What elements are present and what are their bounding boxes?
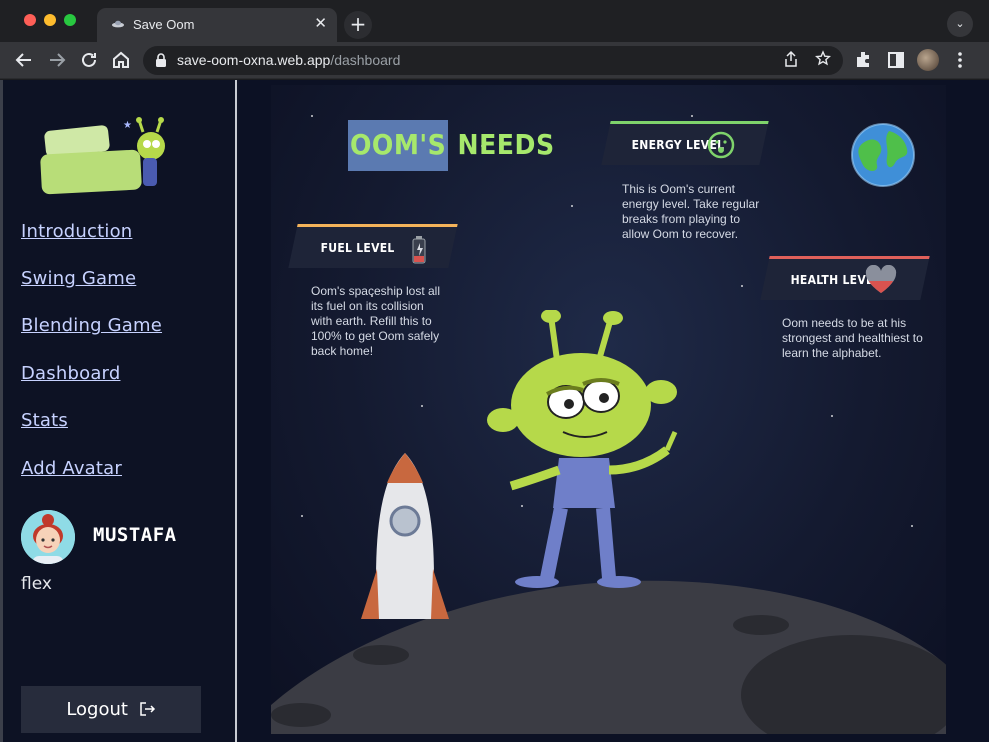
star-icon[interactable]	[815, 50, 831, 68]
browser-toolbar: save-oom-oxna.web.app/dashboard	[0, 42, 989, 79]
url-text[interactable]: save-oom-oxna.web.app/dashboard	[177, 52, 400, 68]
star	[831, 415, 833, 417]
browser-tab[interactable]: Save Oom ✕	[97, 8, 337, 42]
nav-link-introduction[interactable]: Introduction	[21, 221, 132, 242]
user-avatar-icon	[21, 510, 75, 564]
nav-link-swing-game[interactable]: Swing Game	[21, 268, 136, 289]
save-oom-logo[interactable]: ★	[39, 116, 179, 198]
logout-icon	[139, 702, 155, 716]
star	[741, 285, 743, 287]
ufo-favicon-icon	[112, 20, 124, 28]
home-icon[interactable]	[109, 48, 133, 72]
profile-avatar-icon[interactable]	[917, 49, 939, 71]
user-subtitle: flex	[21, 574, 52, 594]
energy-level-description: This is Oom's current energy level. Take…	[622, 182, 760, 241]
close-window-button[interactable]	[24, 14, 36, 26]
nav-link-dashboard[interactable]: Dashboard	[21, 363, 120, 384]
menu-icon[interactable]	[948, 48, 972, 72]
sidebar: ★ Introduction Swing Game Blending Game …	[0, 80, 237, 742]
avatar	[21, 510, 75, 564]
forward-icon[interactable]	[45, 48, 69, 72]
logout-button[interactable]: Logout	[21, 686, 201, 733]
star	[311, 115, 313, 117]
fuel-level-label: FUEL LEVEL	[320, 241, 395, 255]
main-content: OOM'S NEEDS FUEL LEVEL Oom's spaceship l…	[239, 80, 989, 742]
surprised-face-icon	[707, 131, 735, 159]
minimize-window-button[interactable]	[44, 14, 56, 26]
lock-icon[interactable]	[155, 53, 167, 67]
logout-label: Logout	[66, 699, 128, 720]
sidepanel-icon[interactable]	[884, 48, 908, 72]
tab-title: Save Oom	[133, 17, 195, 32]
star	[691, 115, 693, 117]
fuel-level-card: FUEL LEVEL	[288, 224, 458, 268]
new-tab-button[interactable]: +	[344, 11, 372, 39]
star	[571, 205, 573, 207]
title-rest: NEEDS	[448, 128, 555, 161]
battery-icon	[412, 236, 426, 264]
nav-link-blending-game[interactable]: Blending Game	[21, 315, 162, 336]
health-level-description: Oom needs to be at his strongest and hea…	[782, 316, 923, 360]
star	[421, 405, 423, 407]
nav-link-stats[interactable]: Stats	[21, 410, 68, 431]
star	[301, 515, 303, 517]
page: ★ Introduction Swing Game Blending Game …	[0, 80, 989, 742]
svg-text:★: ★	[123, 120, 132, 131]
nav-link-add-avatar[interactable]: Add Avatar	[21, 458, 122, 479]
back-icon[interactable]	[12, 48, 36, 72]
user-name: MUSTAFA	[93, 524, 177, 546]
earth-icon	[851, 123, 915, 187]
health-level-card: HEALTH LEVEL	[760, 256, 930, 300]
zoom-window-button[interactable]	[64, 14, 76, 26]
browser-titlebar: Save Oom ✕ + ⌄	[0, 0, 989, 42]
oom-alien-character	[487, 310, 678, 588]
space-scene: OOM'S NEEDS FUEL LEVEL Oom's spaceship l…	[271, 85, 946, 734]
extensions-icon[interactable]	[852, 48, 876, 72]
energy-level-card: ENERGY LEVEL	[601, 121, 769, 165]
share-icon[interactable]	[783, 50, 799, 68]
tab-search-button[interactable]: ⌄	[947, 11, 973, 37]
address-bar[interactable]: save-oom-oxna.web.app/dashboard	[143, 46, 843, 75]
star	[911, 525, 913, 527]
page-title: OOM'S NEEDS	[348, 120, 555, 171]
heart-icon	[865, 265, 897, 293]
reload-icon[interactable]	[77, 48, 101, 72]
title-highlight: OOM'S	[348, 120, 449, 171]
rocket-icon	[361, 453, 449, 619]
fuel-level-description: Oom's spaceship lost all its fuel on its…	[311, 284, 441, 358]
tab-close-icon[interactable]: ✕	[314, 14, 327, 32]
